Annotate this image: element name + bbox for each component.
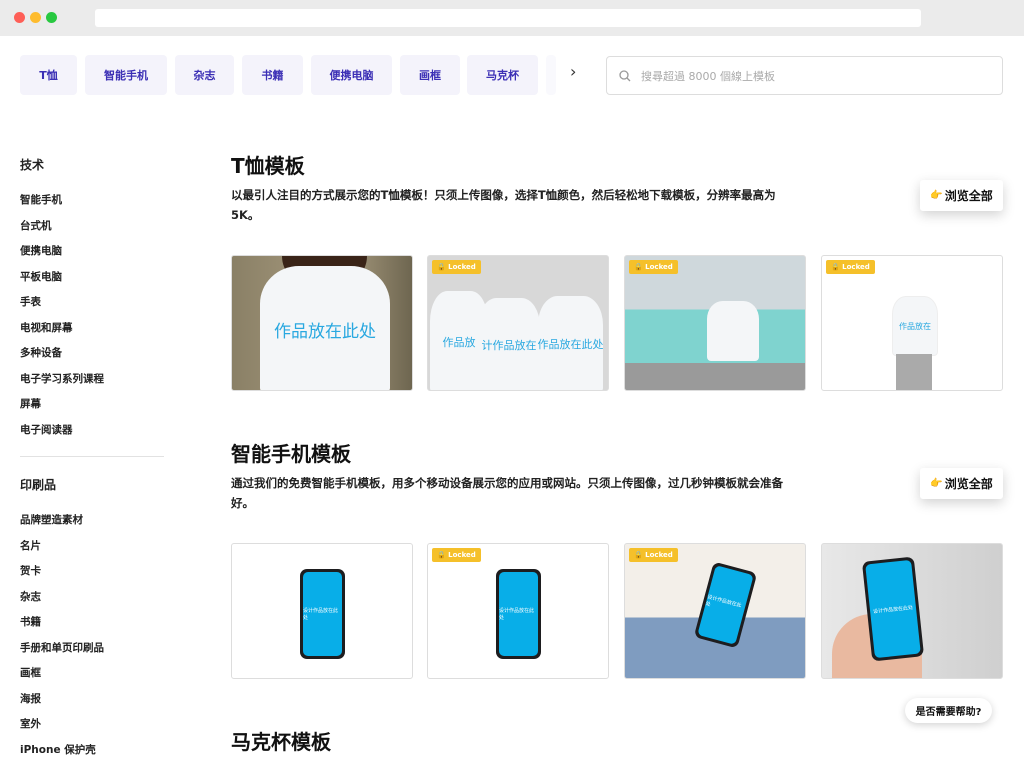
- browser-chrome: [0, 0, 1024, 36]
- tshirt-template-card[interactable]: 🔒 Locked 作品放 计作品放在 作品放在此处: [427, 255, 609, 391]
- sidebar-item[interactable]: 手表: [20, 294, 41, 309]
- locked-badge: 🔒 Locked: [826, 260, 875, 274]
- pointing-hand-icon: 👉: [930, 190, 943, 201]
- maximize-window-icon[interactable]: [46, 12, 57, 23]
- category-tab[interactable]: 书籍: [242, 55, 303, 95]
- smartphone-template-card[interactable]: 🔒 Locked 设计作品放在此处: [624, 543, 806, 679]
- browse-all-button[interactable]: 👉 浏览全部: [920, 180, 1003, 211]
- browse-label: 浏览全部: [944, 189, 993, 203]
- category-tab-partial[interactable]: [546, 55, 556, 95]
- tshirt-template-card[interactable]: 🔒 Locked: [624, 255, 806, 391]
- sidebar-group-title: 技术: [20, 158, 45, 172]
- sidebar-group-title: 印刷品: [20, 478, 57, 492]
- section-title: 马克杯模板: [231, 730, 331, 754]
- tshirt-template-card[interactable]: 🔒 Locked 作品放在: [821, 255, 1003, 391]
- category-tab[interactable]: 马克杯: [467, 55, 538, 95]
- sidebar-item[interactable]: 杂志: [20, 589, 41, 604]
- close-window-icon[interactable]: [14, 12, 25, 23]
- browse-label: 浏览全部: [944, 477, 993, 491]
- category-tab[interactable]: T恤: [20, 55, 77, 95]
- category-tab[interactable]: 便携电脑: [311, 55, 392, 95]
- smartphone-template-card[interactable]: 设计作品放在此处: [231, 543, 413, 679]
- tshirt-template-card[interactable]: 作品放在此处: [231, 255, 413, 391]
- section-title: 智能手机模板: [231, 442, 351, 466]
- design-placeholder-text: 设计作品放在此处: [303, 572, 342, 656]
- sidebar-item[interactable]: 海报: [20, 691, 41, 706]
- sidebar-item[interactable]: 书籍: [20, 614, 41, 629]
- search-icon: [619, 69, 631, 81]
- pointing-hand-icon: 👉: [930, 478, 943, 489]
- sidebar-item[interactable]: 品牌塑造素材: [20, 512, 83, 527]
- browse-all-button[interactable]: 👉 浏览全部: [920, 468, 1003, 499]
- sidebar-item[interactable]: 名片: [20, 538, 41, 553]
- design-placeholder-text: 设计作品放在此处: [697, 565, 754, 645]
- sidebar-item[interactable]: 手册和单页印刷品: [20, 640, 104, 655]
- design-placeholder-text: 设计作品放在此处: [865, 559, 921, 659]
- sidebar-item[interactable]: 画框: [20, 665, 41, 680]
- smartphone-template-card[interactable]: 设计作品放在此处: [821, 543, 1003, 679]
- category-tab[interactable]: 画框: [400, 55, 460, 95]
- sidebar-item[interactable]: 平板电脑: [20, 269, 62, 284]
- category-tab[interactable]: 杂志: [175, 55, 234, 95]
- sidebar-item[interactable]: 电子阅读器: [20, 422, 73, 437]
- chevron-right-icon[interactable]: ›: [570, 62, 576, 81]
- section-title: T恤模板: [231, 154, 305, 178]
- sidebar-divider: [20, 456, 164, 457]
- sidebar-item[interactable]: 室外: [20, 716, 41, 731]
- sidebar-item[interactable]: 电视和屏幕: [20, 320, 73, 335]
- help-button[interactable]: 是否需要帮助?: [905, 698, 992, 723]
- sidebar-item[interactable]: 电子学习系列课程: [20, 371, 104, 386]
- locked-badge: 🔒 Locked: [629, 260, 678, 274]
- search-placeholder: 搜尋超過 8000 個線上模板: [641, 69, 775, 83]
- sidebar-item[interactable]: 便携电脑: [20, 243, 62, 258]
- sidebar-item[interactable]: 智能手机: [20, 192, 62, 207]
- sidebar-item[interactable]: iPhone 保护壳: [20, 742, 96, 757]
- locked-badge: 🔒 Locked: [629, 548, 678, 562]
- minimize-window-icon[interactable]: [30, 12, 41, 23]
- design-placeholder-text: 设计作品放在此处: [499, 572, 538, 656]
- sidebar-item[interactable]: 贺卡: [20, 563, 41, 578]
- smartphone-template-card[interactable]: 🔒 Locked 设计作品放在此处: [427, 543, 609, 679]
- search-input[interactable]: 搜尋超過 8000 個線上模板: [606, 56, 1003, 95]
- section-description: 通过我们的免费智能手机模板，用多个移动设备展示您的应用或网站。只须上传图像，过几…: [231, 476, 783, 510]
- design-placeholder-text: 作品放在此处: [274, 321, 376, 342]
- sidebar-item[interactable]: 台式机: [20, 218, 52, 233]
- sidebar-item[interactable]: 多种设备: [20, 345, 62, 360]
- category-tab[interactable]: 智能手机: [85, 55, 167, 95]
- locked-badge: 🔒 Locked: [432, 260, 481, 274]
- sidebar-item[interactable]: 屏幕: [20, 396, 41, 411]
- section-description: 以最引人注目的方式展示您的T恤模板！只须上传图像，选择T恤颜色，然后轻松地下载模…: [231, 188, 776, 222]
- address-bar[interactable]: [95, 9, 921, 27]
- locked-badge: 🔒 Locked: [432, 548, 481, 562]
